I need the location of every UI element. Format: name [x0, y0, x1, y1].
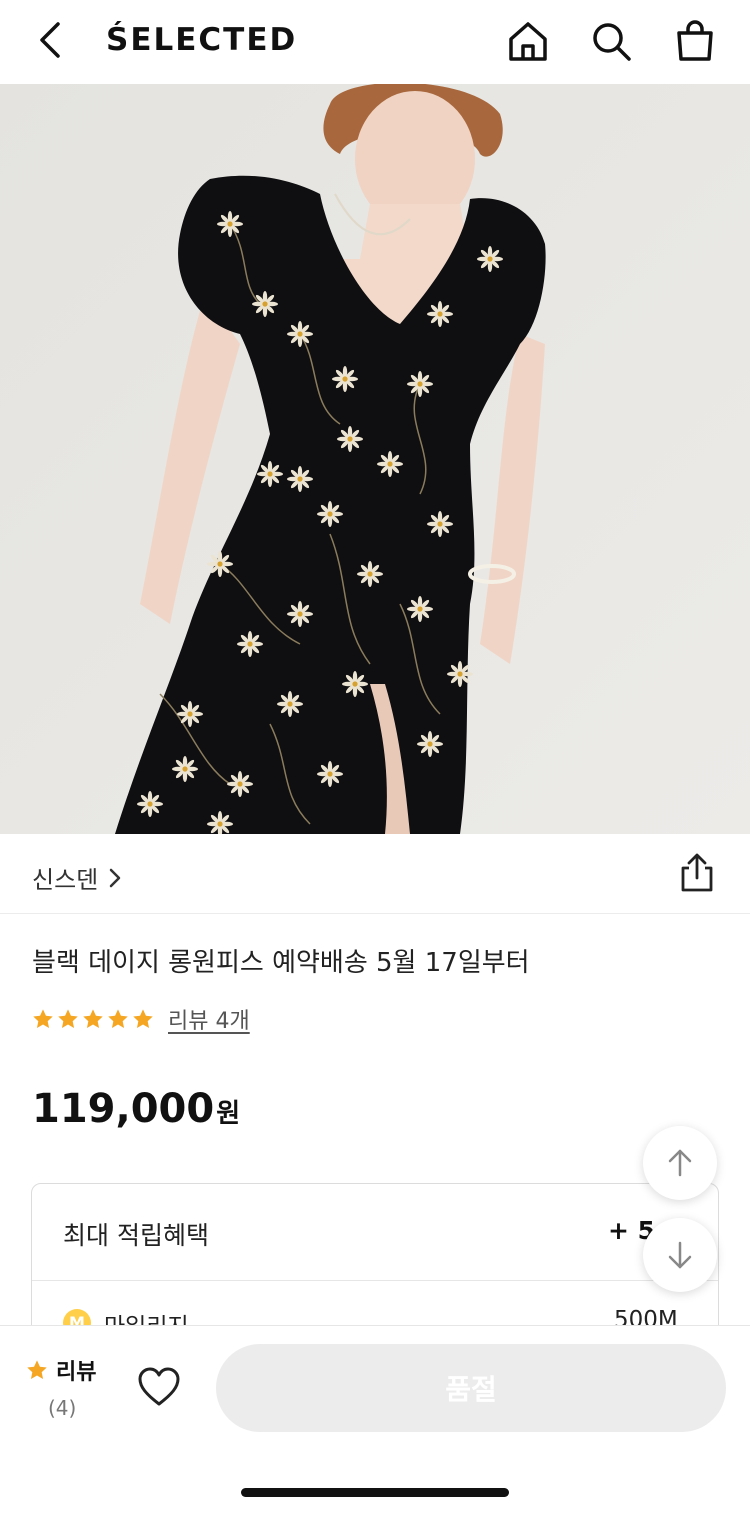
bottom-review-count: (4) [48, 1396, 77, 1420]
product-price: 119,000 원 [32, 1086, 240, 1132]
chevron-right-icon [110, 868, 121, 887]
rating-stars [32, 1008, 154, 1030]
star-icon [133, 1009, 153, 1028]
price-unit: 원 [216, 1099, 241, 1129]
brand-row: 신스덴 [0, 834, 750, 914]
home-icon[interactable] [505, 18, 551, 64]
price-value: 119,000 [32, 1086, 215, 1132]
home-indicator [241, 1488, 509, 1497]
star-icon [108, 1009, 128, 1028]
share-icon[interactable] [676, 852, 718, 894]
arrow-up-icon [668, 1149, 692, 1177]
product-title: 블랙 데이지 롱원피스 예약배송 5월 17일부터 [32, 948, 530, 978]
star-icon [33, 1009, 53, 1028]
product-image[interactable] [0, 84, 750, 834]
arrow-down-icon [668, 1241, 692, 1269]
star-icon [58, 1009, 78, 1028]
bottom-action-bar: 리뷰 (4) 품절 [0, 1325, 750, 1513]
chevron-left-icon[interactable] [30, 18, 74, 62]
search-icon[interactable] [588, 18, 634, 64]
bottom-review-button[interactable]: 리뷰 (4) [26, 1354, 97, 1420]
benefit-title: 최대 적립혜택 [63, 1221, 209, 1250]
heart-icon[interactable] [136, 1364, 182, 1410]
scroll-bottom-button[interactable] [643, 1218, 717, 1292]
brand-link[interactable]: 신스덴 [32, 860, 124, 895]
sold-out-button[interactable]: 품절 [216, 1344, 726, 1432]
product-rating: 리뷰 4개 [32, 1003, 250, 1035]
review-count-link[interactable]: 리뷰 4개 [168, 1003, 250, 1035]
brand-logo[interactable]: ŚELECTED [106, 22, 297, 58]
shopping-bag-icon[interactable] [672, 18, 718, 64]
scroll-top-button[interactable] [643, 1126, 717, 1200]
star-icon [27, 1360, 47, 1379]
top-header: ŚELECTED [0, 0, 750, 84]
star-icon [83, 1009, 103, 1028]
benefit-header[interactable]: 최대 적립혜택 + 5 [32, 1184, 718, 1281]
brand-name: 신스덴 [32, 866, 99, 894]
bottom-review-label: 리뷰 [56, 1360, 97, 1385]
